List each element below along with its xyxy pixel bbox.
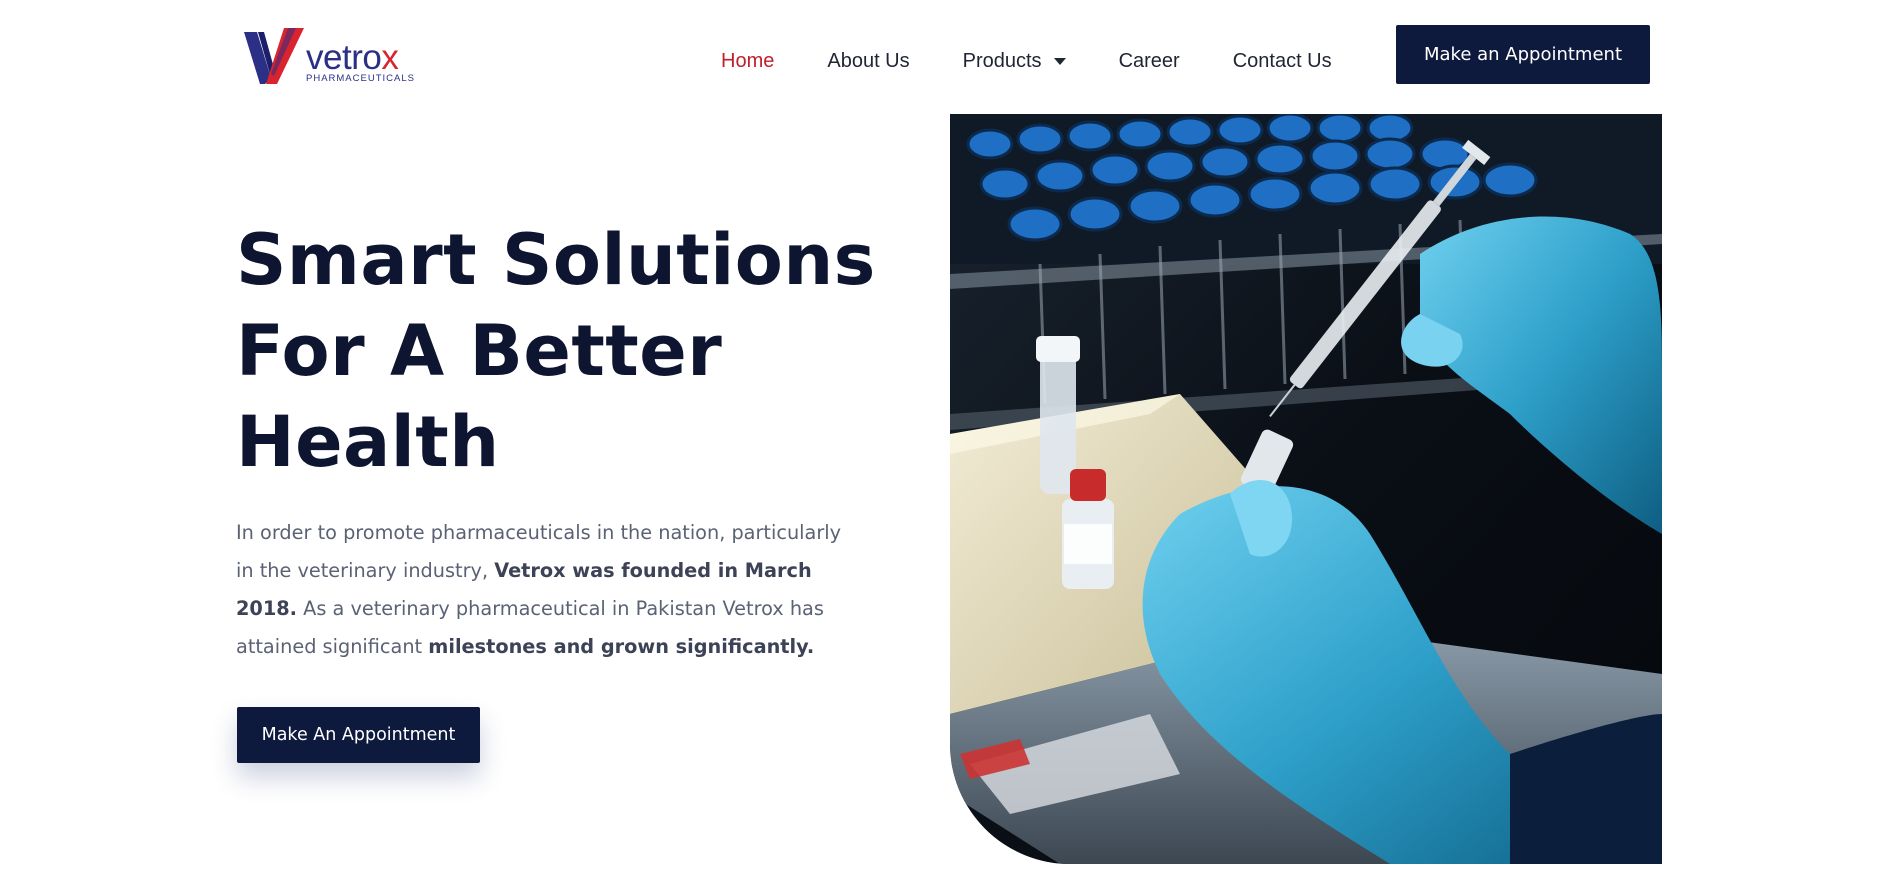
brand-tagline: PHARMACEUTICALS — [306, 73, 415, 84]
hero-title-line-3: Health — [236, 401, 500, 483]
nav-item-products[interactable]: Products — [963, 50, 1066, 73]
brand-name-accent: x — [381, 38, 399, 77]
hero-lab-image — [950, 114, 1662, 864]
lab-syringe-illustration — [950, 114, 1662, 864]
chevron-down-icon — [1053, 58, 1066, 65]
main-nav: Home About Us Products Career Contact Us — [721, 50, 1332, 73]
hero-description-milestones: milestones and grown significantly. — [428, 635, 815, 658]
hero-title-line-2: For A Better — [236, 310, 723, 392]
nav-item-contact-us[interactable]: Contact Us — [1233, 50, 1332, 73]
hero-appointment-button[interactable]: Make An Appointment — [237, 707, 480, 763]
brand-logo-mark — [244, 28, 304, 84]
hero-title-line-1: Smart Solutions — [236, 219, 876, 301]
header-appointment-button[interactable]: Make an Appointment — [1396, 25, 1650, 84]
brand-logo[interactable]: vetrox PHARMACEUTICALS — [244, 28, 414, 86]
nav-item-career[interactable]: Career — [1119, 50, 1180, 73]
brand-wordmark: vetrox — [306, 38, 399, 77]
hero-description: In order to promote pharmaceuticals in t… — [236, 514, 856, 666]
hero-title: Smart Solutions For A Better Health — [236, 215, 876, 488]
brand-name-main: vetro — [306, 38, 382, 77]
nav-item-home[interactable]: Home — [721, 50, 774, 73]
nav-item-about-us[interactable]: About Us — [827, 50, 909, 73]
nav-item-products-label: Products — [962, 50, 1042, 72]
